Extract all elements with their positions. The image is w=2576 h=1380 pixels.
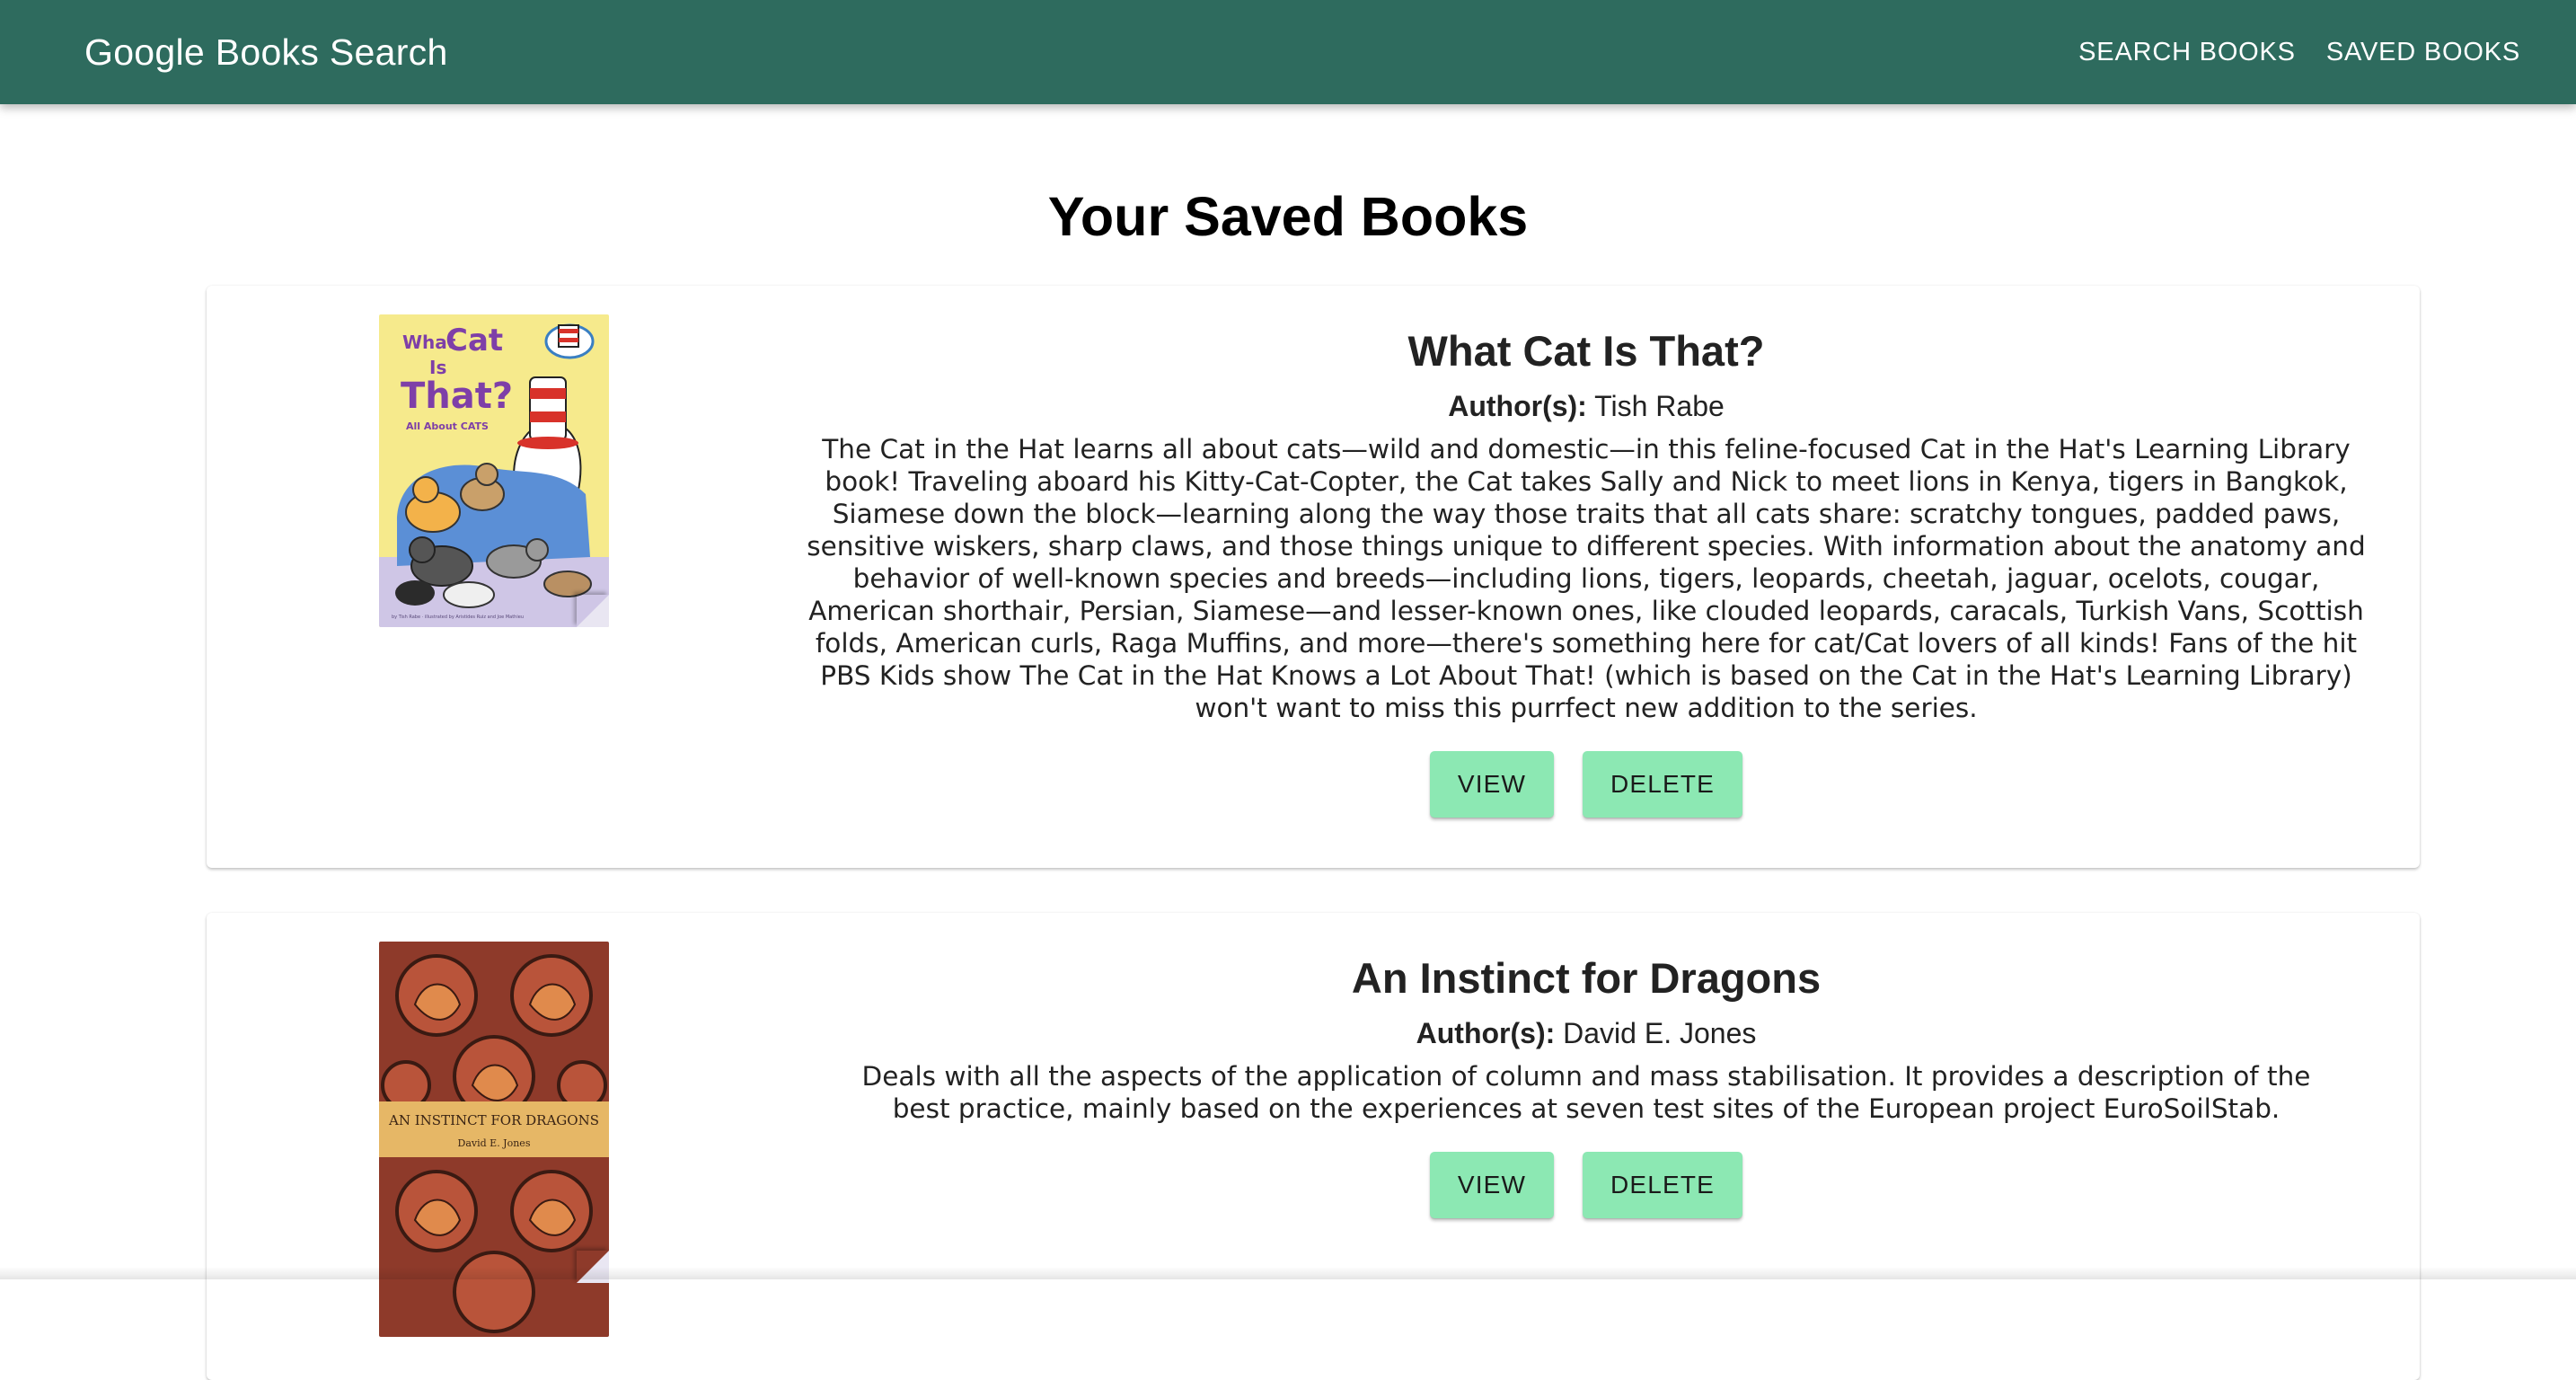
book-authors: Author(s): David E. Jones <box>789 1013 2384 1053</box>
book-authors: Author(s): Tish Rabe <box>789 386 2384 426</box>
book-description: The Cat in the Hat learns all about cats… <box>789 433 2384 724</box>
book-title: What Cat Is That? <box>789 323 2384 379</box>
book-card: AN INSTINCT FOR DRAGONS David E. Jones A… <box>207 913 2420 1380</box>
cover-title-line4: That? <box>401 376 513 417</box>
delete-button[interactable]: DELETE <box>1583 1152 1742 1218</box>
book-cover-image: What Cat Is That? All About CATS by Tish… <box>379 314 609 627</box>
delete-button[interactable]: DELETE <box>1583 751 1742 818</box>
page-title: Your Saved Books <box>0 176 2576 257</box>
view-button[interactable]: VIEW <box>1430 1152 1554 1218</box>
nav-saved-books[interactable]: SAVED BOOKS <box>2326 34 2520 71</box>
nav-search-books[interactable]: SEARCH BOOKS <box>2078 34 2296 71</box>
book-title: An Instinct for Dragons <box>789 951 2384 1006</box>
cover-credit: by Tish Rabe · illustrated by Aristides … <box>392 615 524 620</box>
main-nav: SEARCH BOOKS SAVED BOOKS <box>2078 34 2520 71</box>
brand-link[interactable]: Google Books Search <box>84 31 448 74</box>
cover-title: AN INSTINCT FOR DRAGONS <box>388 1112 599 1128</box>
cover-title-line2: Cat <box>446 323 503 358</box>
book-description: Deals with all the aspects of the applic… <box>789 1060 2384 1125</box>
book-info: What Cat Is That? Author(s): Tish Rabe T… <box>789 323 2384 818</box>
authors-label: Author(s): <box>1416 1017 1556 1049</box>
authors-value: David E. Jones <box>1563 1017 1756 1049</box>
cover-author: David E. Jones <box>458 1137 531 1149</box>
cover-subtitle: All About CATS <box>406 420 489 432</box>
book-info: An Instinct for Dragons Author(s): David… <box>789 951 2384 1218</box>
authors-value: Tish Rabe <box>1594 390 1725 422</box>
app-bar: Google Books Search SEARCH BOOKS SAVED B… <box>0 0 2576 104</box>
book-card: What Cat Is That? All About CATS by Tish… <box>207 286 2420 868</box>
book-actions: VIEW DELETE <box>789 1152 2384 1218</box>
authors-label: Author(s): <box>1448 390 1587 422</box>
book-actions: VIEW DELETE <box>789 751 2384 818</box>
page-curl-icon <box>577 595 609 627</box>
view-button[interactable]: VIEW <box>1430 751 1554 818</box>
scroll-shadow <box>0 1267 2576 1279</box>
